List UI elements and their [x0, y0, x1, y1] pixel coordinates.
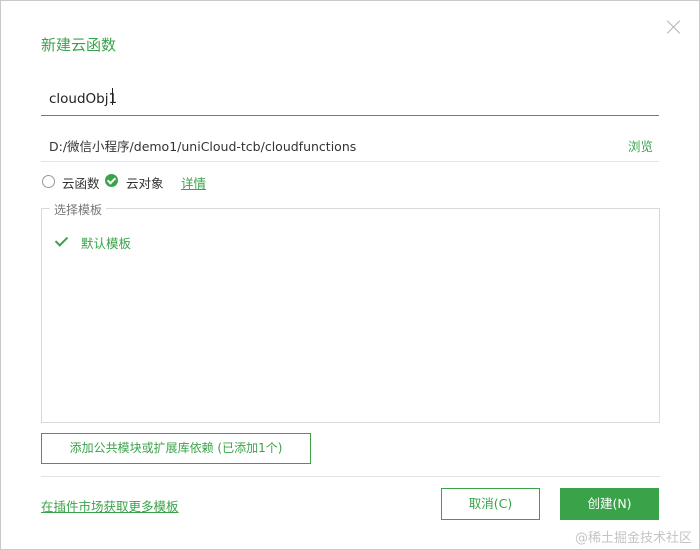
cloud-object-label[interactable]: 云对象	[126, 173, 164, 192]
template-group-legend: 选择模板	[50, 201, 107, 218]
template-item-label: 默认模板	[81, 236, 132, 251]
dialog-title: 新建云函数	[41, 36, 117, 54]
template-item-default[interactable]: 默认模板	[54, 231, 254, 251]
cloud-function-radio[interactable]	[42, 175, 55, 188]
new-cloud-function-dialog: 新建云函数 D:/微信小程序/demo1/uniCloud-tcb/cloudf…	[0, 0, 700, 550]
create-button[interactable]: 创建(N)	[560, 488, 659, 520]
detail-link[interactable]: 详情	[181, 173, 206, 192]
footer-divider	[41, 476, 660, 477]
template-group: 选择模板 默认模板	[41, 201, 660, 423]
plugin-market-link[interactable]: 在插件市场获取更多模板	[41, 496, 179, 515]
browse-link[interactable]: 浏览	[628, 136, 653, 155]
check-icon	[54, 233, 69, 247]
add-common-module-button[interactable]: 添加公共模块或扩展库依赖 (已添加1个)	[41, 433, 311, 464]
text-caret	[112, 88, 113, 105]
close-icon[interactable]	[664, 17, 684, 37]
cloud-function-label[interactable]: 云函数	[62, 173, 100, 192]
watermark: @稀土掘金技术社区	[574, 531, 692, 546]
path-row: D:/微信小程序/demo1/uniCloud-tcb/cloudfunctio…	[41, 131, 659, 162]
cancel-button[interactable]: 取消(C)	[441, 488, 540, 520]
name-field-row	[41, 85, 659, 116]
directory-path: D:/微信小程序/demo1/uniCloud-tcb/cloudfunctio…	[49, 139, 357, 154]
cloud-object-radio-checked-icon[interactable]	[105, 174, 118, 187]
function-name-input[interactable]	[49, 87, 609, 111]
